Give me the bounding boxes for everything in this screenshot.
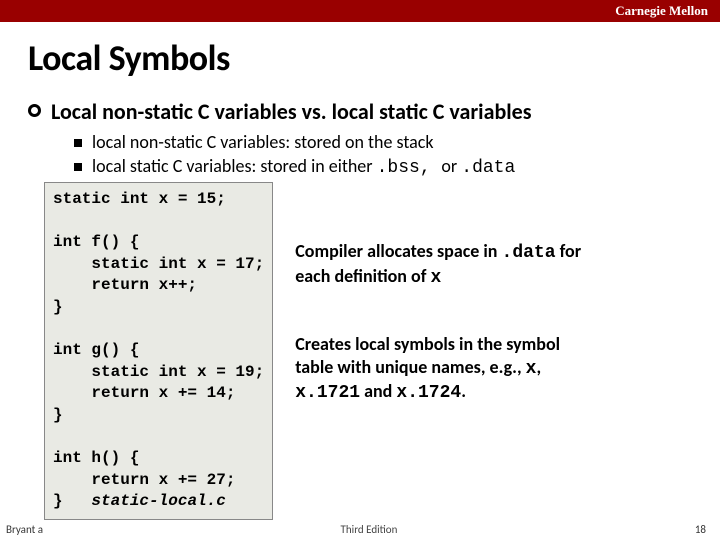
code-line: static int x = 17; [53, 255, 264, 273]
square-bullet-icon [74, 139, 82, 147]
bullet-level2: local static C variables: stored in eith… [74, 155, 692, 178]
code-line: static int x = 19; [53, 363, 264, 381]
note1-var: x [430, 268, 441, 288]
code-line: int g() { [53, 341, 139, 359]
note-2: Creates local symbols in the symbol tabl… [295, 333, 593, 405]
code-filename: static-local.c [91, 492, 231, 510]
circle-bullet-icon [28, 104, 41, 117]
footer-mid: Third Edition [341, 523, 398, 536]
sub-bullets: local non-static C variables: stored on … [74, 131, 692, 178]
footer-left: Bryant a [6, 523, 43, 536]
code-line: } [53, 298, 63, 316]
note2-v2: x.1721 [295, 383, 360, 403]
footer: Bryant a Third Edition 18 [0, 523, 720, 536]
header-bar: Carnegie Mellon [0, 0, 720, 22]
slide-content: Local Symbols Local non-static C variabl… [0, 22, 720, 520]
slide-title: Local Symbols [28, 36, 692, 80]
sub-b-code2: .data [461, 158, 515, 178]
note1-a: Compiler allocates space in [295, 240, 501, 262]
bullet-level2: local non-static C variables: stored on … [74, 131, 692, 153]
sub-b-prefix: local static C variables: stored in eith… [92, 155, 377, 177]
square-bullet-icon [74, 163, 82, 171]
sub-a: local non-static C variables: stored on … [92, 131, 434, 153]
note2-v3: x.1724 [396, 383, 461, 403]
code-line: } [53, 492, 63, 510]
university-name: Carnegie Mellon [615, 3, 708, 19]
bullet-level1: Local non-static C variables vs. local s… [28, 98, 692, 125]
note2-c: and [360, 380, 396, 402]
note2-d: . [461, 380, 466, 402]
note2-b: , [536, 356, 541, 378]
note2-v1: x [526, 359, 537, 379]
code-line: return x++; [53, 276, 197, 294]
code-line: int h() { [53, 449, 139, 467]
note1-code: .data [502, 243, 556, 263]
code-line: static int x = 15; [53, 190, 226, 208]
sub-b-code1: .bss, [377, 158, 442, 178]
notes-column: Compiler allocates space in .data for ea… [273, 182, 593, 449]
sub-b: local static C variables: stored in eith… [92, 155, 515, 178]
code-line: return x += 27; [53, 471, 235, 489]
level1-text: Local non-static C variables vs. local s… [51, 98, 532, 125]
code-line: int f() { [53, 233, 139, 251]
note-1: Compiler allocates space in .data for ea… [295, 240, 593, 289]
code-line: return x += 14; [53, 384, 235, 402]
page-number: 18 [695, 523, 706, 536]
sub-b-mid: or [441, 155, 461, 177]
code-line: } [53, 406, 63, 424]
two-column-area: static int x = 15; int f() { static int … [28, 182, 692, 520]
note2-a: Creates local symbols in the symbol tabl… [295, 333, 560, 378]
code-block: static int x = 15; int f() { static int … [44, 182, 273, 520]
